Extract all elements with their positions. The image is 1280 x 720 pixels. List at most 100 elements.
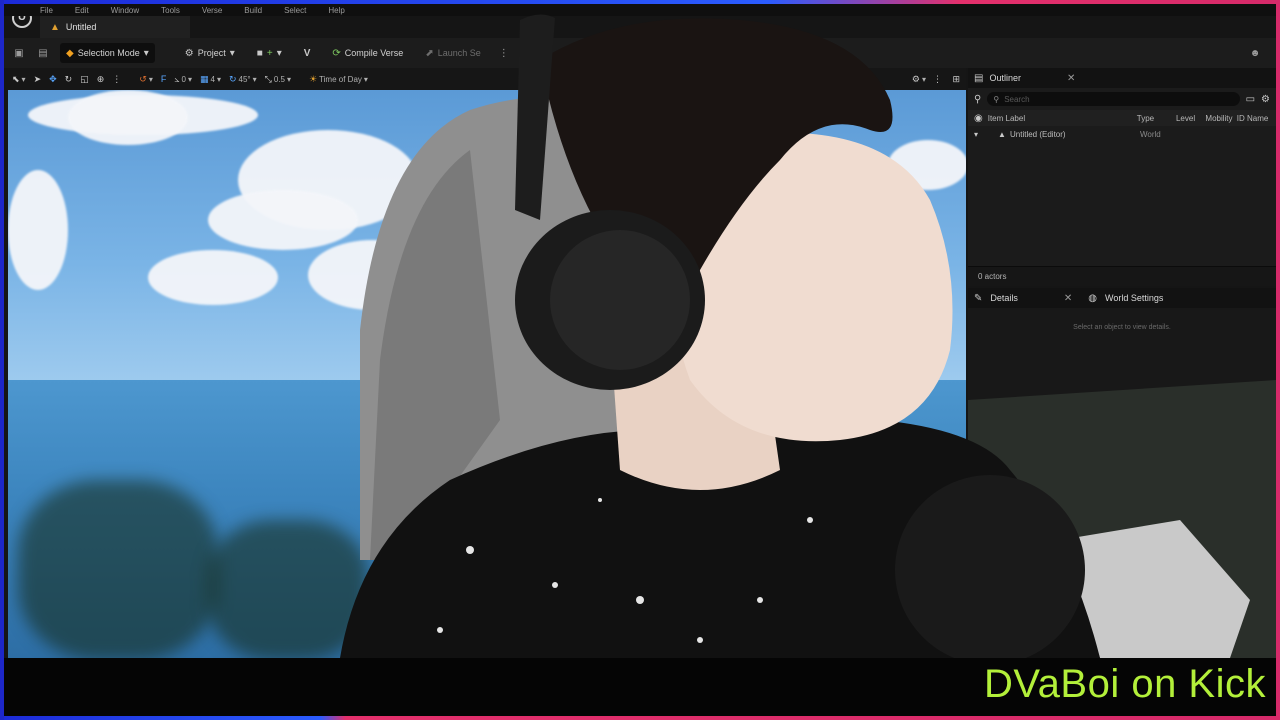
menu-bar: File Edit Window Tools Verse Build Selec… xyxy=(4,4,1276,16)
more-icon: ⋮ xyxy=(112,73,122,84)
details-panel: ✎ Details ✕ ◍ World Settings Select an o… xyxy=(968,288,1276,658)
level-viewport[interactable] xyxy=(8,90,966,658)
select-tool[interactable]: ➤ xyxy=(34,74,42,85)
selection-mode-button[interactable]: ◆ Selection Mode ▾ xyxy=(60,43,155,63)
layout-icon: ⊞ xyxy=(952,73,960,84)
cloud xyxy=(208,190,358,250)
outliner-search-input[interactable]: ⚲ Search xyxy=(987,92,1240,106)
menu-edit[interactable]: Edit xyxy=(75,6,89,15)
close-icon[interactable]: ✕ xyxy=(1067,73,1075,84)
viewport-options[interactable]: ⋮ xyxy=(112,74,121,85)
details-empty-message: Select an object to view details. xyxy=(1073,324,1171,331)
transform-menu[interactable]: ⬉ ▾ xyxy=(12,74,26,85)
col-level[interactable]: Level xyxy=(1176,114,1205,123)
settings-gear-icon[interactable]: ⚙ xyxy=(1261,94,1270,105)
rotate-icon: ↻ xyxy=(64,73,73,84)
surface-snap[interactable]: ↺ ▾ xyxy=(139,74,153,85)
scale-tool[interactable]: ◱ xyxy=(80,74,89,85)
save-icon[interactable]: ▣ xyxy=(12,46,26,60)
session-icon: ✕ xyxy=(526,47,536,59)
menu-build[interactable]: Build xyxy=(244,6,262,15)
cloud xyxy=(888,140,966,190)
compile-verse-button[interactable]: ⟳ Compile Verse xyxy=(326,43,409,63)
compile-icon: ⟳ xyxy=(332,47,341,59)
col-id-name[interactable]: ID Name xyxy=(1237,114,1276,123)
more-options-icon[interactable]: ⋮ xyxy=(497,46,511,60)
menu-verse[interactable]: Verse xyxy=(202,6,222,15)
viewport-layout[interactable]: ⊞ xyxy=(952,74,960,85)
grid-icon: ▦ xyxy=(199,73,209,84)
viewport-more[interactable]: ⋮ xyxy=(933,74,942,85)
content-browser-icon[interactable]: ▤ xyxy=(36,46,50,60)
rotation-snap-toggle[interactable]: F xyxy=(161,74,167,84)
outliner-row[interactable]: ▾ ▲ Untitled (Editor) World xyxy=(968,126,1276,142)
level-icon: ▲ xyxy=(50,21,60,33)
pencil-icon: ✎ xyxy=(974,292,983,304)
main-toolbar: ▣ ▤ ◆ Selection Mode ▾ ⚙ Project ▾ ■ + ▾… xyxy=(4,38,1276,68)
menu-window[interactable]: Window xyxy=(111,6,139,15)
col-mobility[interactable]: Mobility xyxy=(1205,114,1236,123)
users-icon[interactable]: ☻ xyxy=(1248,46,1262,60)
cursor-icon: ⬉ xyxy=(12,73,20,84)
rotation-snap[interactable]: ⦣ 0 ▾ xyxy=(174,74,192,85)
angle-snap-value: 45° xyxy=(238,74,251,84)
scale-snap-icon: ⤡ xyxy=(264,73,272,84)
row-type: World xyxy=(1140,129,1161,139)
level-tab[interactable]: ▲ Untitled xyxy=(40,16,190,38)
session-button[interactable]: ✕ Se xyxy=(521,43,556,63)
col-type[interactable]: Type xyxy=(1137,114,1176,123)
expand-arrow-icon[interactable]: ▾ xyxy=(974,130,998,139)
project-label: Project xyxy=(197,48,226,58)
frame-border-left xyxy=(0,0,4,720)
search-placeholder: Search xyxy=(1004,94,1030,104)
row-label: Untitled (Editor) xyxy=(1010,129,1066,139)
selection-mode-label: Selection Mode xyxy=(77,48,140,58)
viewport-settings[interactable]: ⚙ ▾ xyxy=(912,74,926,85)
move-tool[interactable]: ✥ xyxy=(49,74,57,85)
f-snap-icon: F xyxy=(160,74,167,84)
gear-icon: ⚙ xyxy=(911,73,920,84)
grid-snap-value: 4 xyxy=(210,74,215,84)
rotate-tool[interactable]: ↻ xyxy=(65,74,73,85)
menu-file[interactable]: File xyxy=(40,6,53,15)
outliner-actor-count: 0 actors xyxy=(968,266,1276,286)
streamer-name-caption: DVaBoi on Kick xyxy=(984,662,1266,706)
launch-session-button[interactable]: ⬈ Launch Se xyxy=(419,43,486,63)
globe-icon: ◍ xyxy=(1088,292,1098,304)
project-button[interactable]: ⚙ Project ▾ xyxy=(179,43,241,63)
grid-snap[interactable]: ▦ 4 ▾ xyxy=(200,74,221,85)
details-title[interactable]: Details xyxy=(990,293,1018,303)
menu-tools[interactable]: Tools xyxy=(161,6,180,15)
add-folder-icon[interactable]: ▭ xyxy=(1246,94,1255,105)
outliner-search-row: ⚲ ⚲ Search ▭ ⚙ xyxy=(968,88,1276,110)
project-icon: ⚙ xyxy=(184,47,194,59)
selection-mode-icon: ◆ xyxy=(66,47,74,59)
outliner-header: ▤ Outliner ✕ xyxy=(968,68,1276,88)
scale-icon: ◱ xyxy=(80,73,89,84)
menu-help[interactable]: Help xyxy=(328,6,344,15)
details-header: ✎ Details ✕ ◍ World Settings xyxy=(968,288,1276,308)
angle-snap[interactable]: ↻ 45° ▾ xyxy=(229,74,257,85)
close-icon[interactable]: ✕ xyxy=(1064,293,1072,304)
frame-border-right xyxy=(1276,0,1280,720)
scale-snap-value: 0.5 xyxy=(273,74,285,84)
menu-select[interactable]: Select xyxy=(284,6,306,15)
filter-icon[interactable]: ⚲ xyxy=(974,94,981,105)
cloud xyxy=(308,240,438,310)
viewport-toolbar: ⬉ ▾ ➤ ✥ ↻ ◱ ⊕ ⋮ ↺ ▾ F ⦣ 0 ▾ ▦ 4 ▾ ↻ 45° ▾ ⤡ 0.5 ▾ … xyxy=(4,68,966,90)
world-settings-tab[interactable]: World Settings xyxy=(1105,293,1163,303)
time-of-day-button[interactable]: ☀ Time of Day ▾ xyxy=(309,74,368,85)
cloud xyxy=(148,250,278,305)
add-actor-button[interactable]: ■ + ▾ xyxy=(251,43,288,63)
world-space-toggle[interactable]: ⊕ xyxy=(97,74,105,85)
scale-snap[interactable]: ⤡ 0.5 ▾ xyxy=(265,74,291,85)
col-item-label[interactable]: Item Label xyxy=(988,114,1137,123)
add-cube-icon: ■ xyxy=(256,47,263,59)
world-icon: ▲ xyxy=(998,129,1006,139)
frame-border-bottom xyxy=(0,716,1280,720)
session-label: Se xyxy=(539,48,551,58)
verse-button[interactable]: V xyxy=(298,43,317,63)
visibility-eye-icon[interactable]: ◉ xyxy=(974,113,988,124)
unreal-editor-window: File Edit Window Tools Verse Build Selec… xyxy=(4,4,1276,658)
verse-icon: V xyxy=(303,47,311,59)
